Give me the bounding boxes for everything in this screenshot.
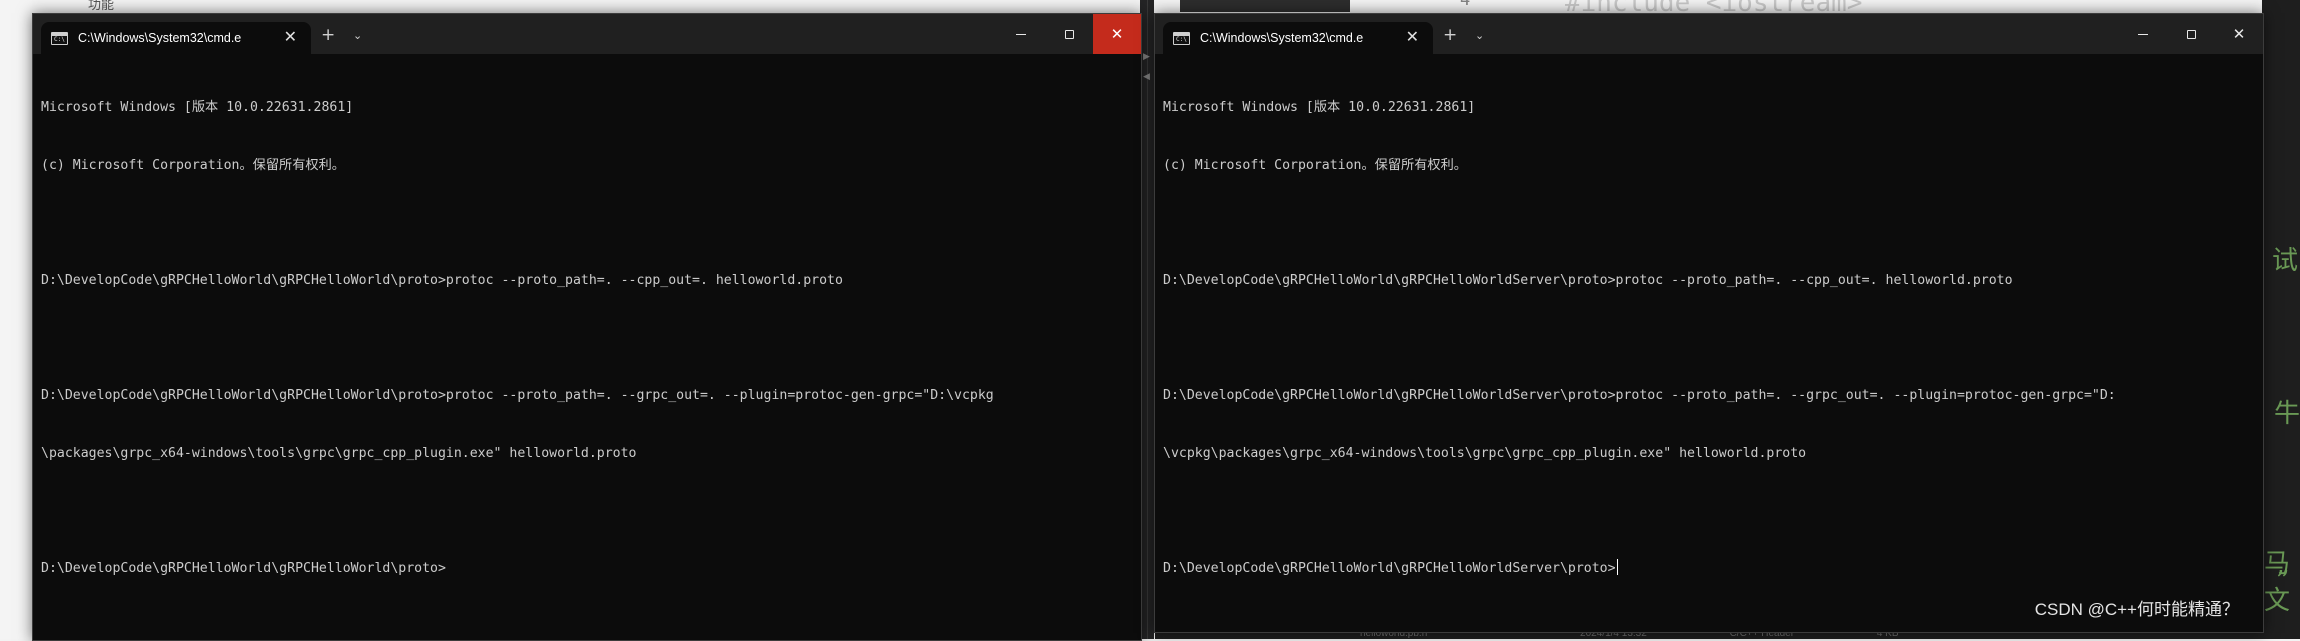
background-line-number: 4 bbox=[1460, 0, 1471, 10]
terminal-output[interactable]: Microsoft Windows [版本 10.0.22631.2861] (… bbox=[41, 60, 1133, 640]
new-tab-icon[interactable]: + bbox=[1443, 27, 1457, 44]
tab-title: C:\Windows\System32\cmd.e bbox=[78, 31, 242, 45]
chevron-left-icon: ◀ bbox=[1143, 72, 1150, 82]
maximize-button[interactable] bbox=[1045, 14, 1093, 54]
background-editor-header bbox=[1180, 0, 1350, 12]
terminal-line: (c) Microsoft Corporation。保留所有权利。 bbox=[41, 158, 345, 173]
terminal-prompt-line[interactable]: D:\DevelopCode\gRPCHelloWorld\gRPCHelloW… bbox=[1163, 559, 2255, 578]
desktop-left-strip bbox=[0, 0, 32, 639]
close-icon: ✕ bbox=[2232, 24, 2246, 43]
terminal-line: D:\DevelopCode\gRPCHelloWorld\gRPCHelloW… bbox=[41, 273, 843, 289]
chevron-down-icon[interactable]: ⌄ bbox=[353, 27, 362, 44]
terminal-line: (c) Microsoft Corporation。保留所有权利。 bbox=[1163, 158, 1467, 173]
cmd-icon: C:\ bbox=[51, 31, 68, 45]
terminal-line: \vcpkg\packages\grpc_x64-windows\tools\g… bbox=[1163, 445, 1807, 461]
terminal-line: D:\DevelopCode\gRPCHelloWorld\gRPCHelloW… bbox=[1163, 273, 2013, 289]
maximize-icon bbox=[1064, 29, 1074, 39]
background-editor-right: 试 牛 马文 ” bbox=[2262, 0, 2300, 639]
cmd-icon: C:\ bbox=[1173, 31, 1190, 45]
terminal-tab[interactable]: C:\ C:\Windows\System32\cmd.e ✕ bbox=[41, 22, 311, 54]
terminal-line: Microsoft Windows [版本 10.0.22631.2861] bbox=[41, 100, 354, 116]
tab-title: C:\Windows\System32\cmd.e bbox=[1200, 31, 1364, 45]
tab-close-icon[interactable]: ✕ bbox=[1406, 29, 1419, 45]
background-fragment: 牛 bbox=[2274, 399, 2300, 429]
csdn-watermark: CSDN @C++何时能精通？ bbox=[2034, 600, 2239, 619]
title-bar[interactable]: C:\ C:\Windows\System32\cmd.e ✕ + ⌄ ✕ bbox=[1155, 14, 2263, 54]
background-fragment: 试 bbox=[2272, 246, 2299, 276]
tab-close-icon[interactable]: ✕ bbox=[284, 29, 297, 45]
title-bar[interactable]: C:\ C:\Windows\System32\cmd.e ✕ + ⌄ ✕ bbox=[33, 14, 1141, 54]
terminal-tab[interactable]: C:\ C:\Windows\System32\cmd.e ✕ bbox=[1163, 22, 1433, 54]
close-icon: ✕ bbox=[1110, 24, 1124, 43]
background-fragment: ” bbox=[2276, 566, 2290, 596]
chevron-right-icon: ▶ bbox=[1143, 52, 1150, 62]
close-button[interactable]: ✕ bbox=[1093, 14, 1141, 54]
new-tab-icon[interactable]: + bbox=[321, 27, 335, 44]
terminal-line: D:\DevelopCode\gRPCHelloWorld\gRPCHelloW… bbox=[41, 388, 994, 404]
background-divider bbox=[1147, 0, 1148, 639]
terminal-prompt[interactable]: D:\DevelopCode\gRPCHelloWorld\gRPCHelloW… bbox=[1163, 561, 1616, 576]
terminal-line: Microsoft Windows [版本 10.0.22631.2861] bbox=[1163, 100, 1476, 116]
minimize-button[interactable] bbox=[2119, 14, 2167, 54]
text-cursor bbox=[1616, 559, 1618, 576]
chevron-down-icon[interactable]: ⌄ bbox=[1475, 27, 1484, 44]
terminal-window-right[interactable]: C:\ C:\Windows\System32\cmd.e ✕ + ⌄ ✕ Mi… bbox=[1154, 13, 2264, 633]
maximize-icon bbox=[2186, 29, 2196, 39]
minimize-icon bbox=[2138, 33, 2148, 35]
minimize-button[interactable] bbox=[997, 14, 1045, 54]
terminal-line: \packages\grpc_x64-windows\tools\grpc\gr… bbox=[41, 445, 637, 461]
terminal-prompt[interactable]: D:\DevelopCode\gRPCHelloWorld\gRPCHelloW… bbox=[41, 559, 1133, 578]
close-button[interactable]: ✕ bbox=[2215, 14, 2263, 54]
minimize-icon bbox=[1016, 33, 1026, 35]
terminal-window-left[interactable]: C:\ C:\Windows\System32\cmd.e ✕ + ⌄ ✕ Mi… bbox=[32, 13, 1142, 641]
terminal-line: D:\DevelopCode\gRPCHelloWorld\gRPCHelloW… bbox=[1163, 388, 2116, 404]
background-text-fragment: 功能 bbox=[88, 0, 115, 13]
maximize-button[interactable] bbox=[2167, 14, 2215, 54]
terminal-output[interactable]: Microsoft Windows [版本 10.0.22631.2861] (… bbox=[1163, 60, 2255, 632]
